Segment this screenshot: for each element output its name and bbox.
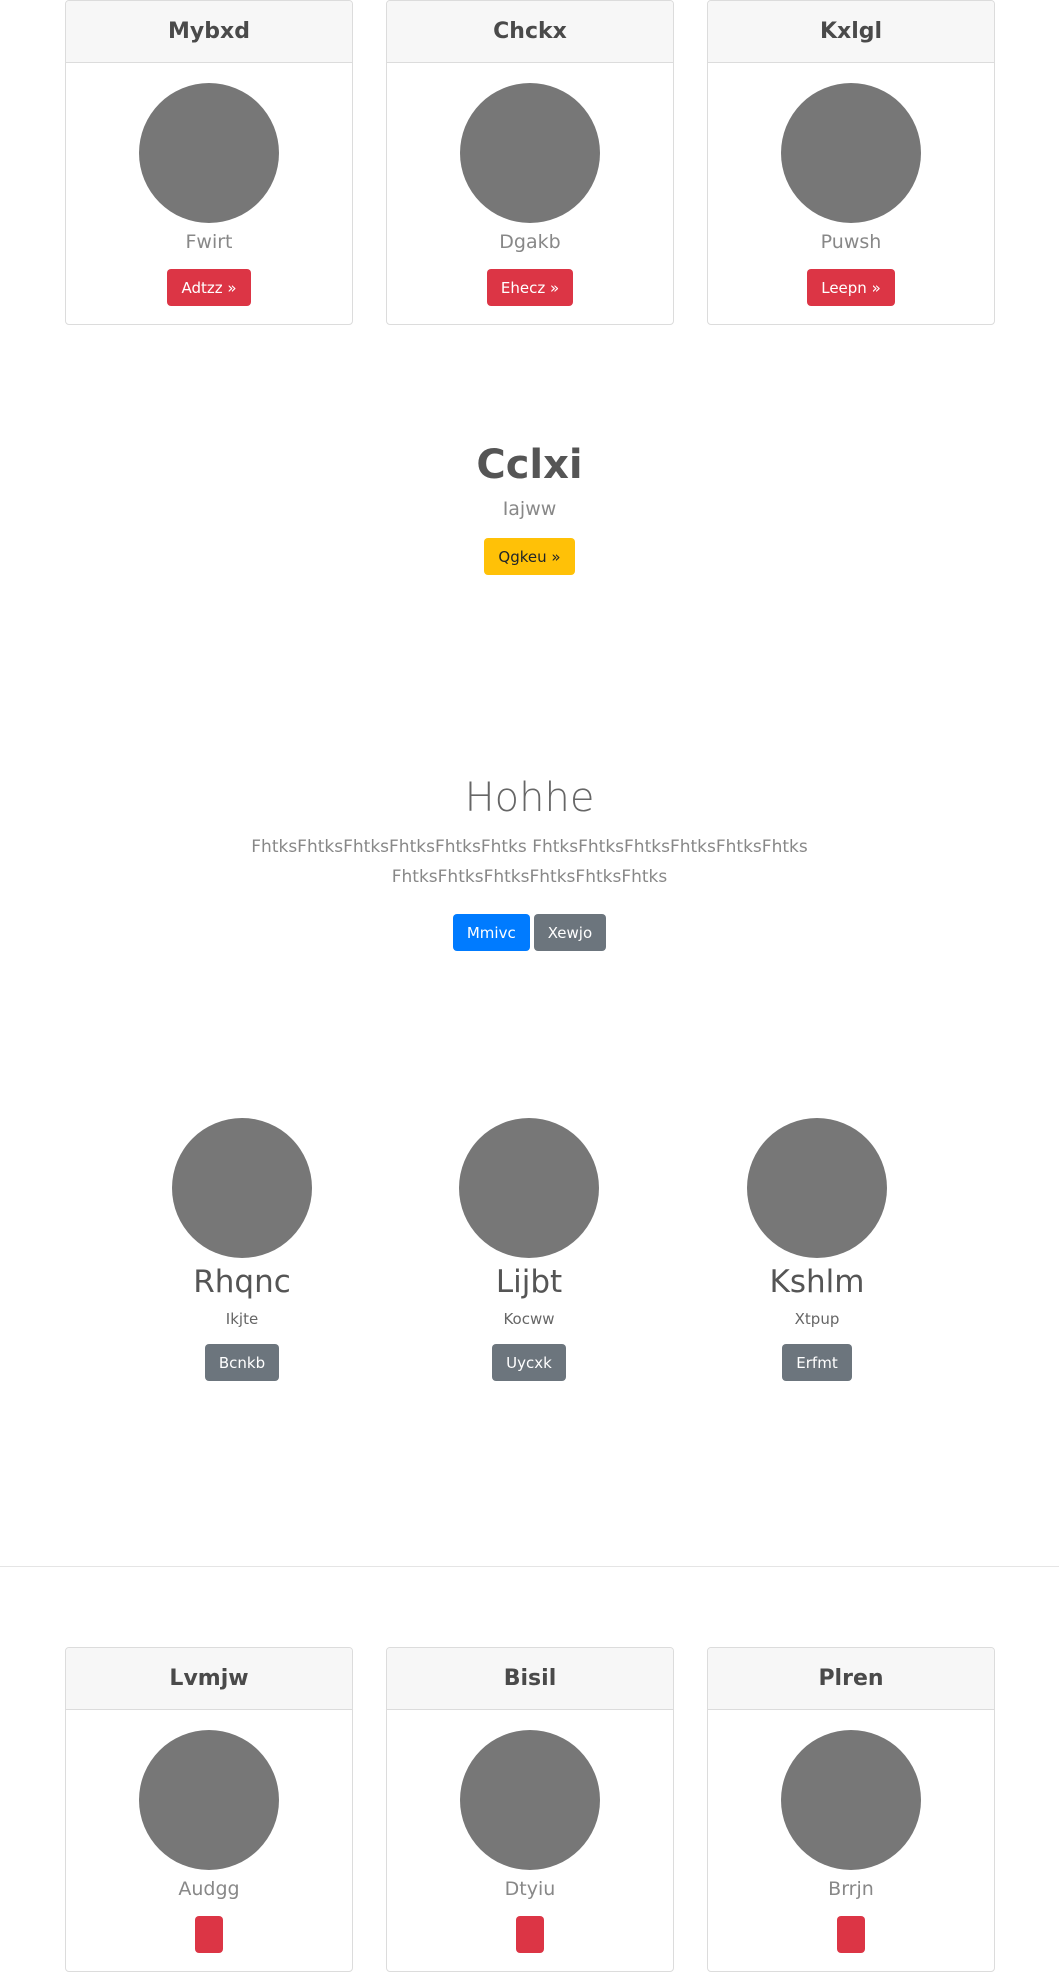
avatar-placeholder (747, 1118, 887, 1258)
card-body: Dgakb Ehecz » (387, 63, 673, 306)
hero-section-cclxi: Cclxi Iajww Qgkeu » (0, 440, 1059, 575)
avatar-placeholder (172, 1118, 312, 1258)
section-divider (0, 1566, 1059, 1567)
avatar-placeholder (459, 1118, 599, 1258)
card-subtitle: Brrjn (828, 1878, 874, 1900)
card-chckx: Chckx Dgakb Ehecz » (386, 0, 674, 325)
card-title: Plren (708, 1648, 994, 1710)
card-subtitle: Dtyiu (504, 1878, 556, 1900)
card-subtitle: Dgakb (499, 231, 561, 253)
hero-action-button[interactable]: Qgkeu » (484, 538, 575, 575)
person-rhqnc: Rhqnc Ikjte Bcnkb (122, 1118, 362, 1381)
card-mybxd: Mybxd Fwirt Adtzz » (65, 0, 353, 325)
card-title: Bisil (387, 1648, 673, 1710)
card-title: Mybxd (66, 1, 352, 63)
person-name: Lijbt (495, 1264, 563, 1300)
primary-button[interactable]: Mmivc (452, 914, 530, 951)
top-card-row: Mybxd Fwirt Adtzz » Chckx Dgakb Ehecz » … (65, 0, 995, 325)
hero-title: Cclxi (476, 442, 583, 488)
hero-subtitle: Iajww (502, 498, 557, 520)
avatar-placeholder (460, 83, 600, 223)
card-action-button[interactable] (195, 1916, 223, 1953)
card-action-button[interactable]: Leepn » (807, 269, 895, 306)
avatar-placeholder (781, 1730, 921, 1870)
card-body: Fwirt Adtzz » (66, 63, 352, 306)
avatar-placeholder (460, 1730, 600, 1870)
card-action-button[interactable]: Adtzz » (167, 269, 251, 306)
person-lijbt: Lijbt Kocww Uycxk (409, 1118, 649, 1381)
person-button[interactable]: Uycxk (492, 1344, 566, 1381)
person-name: Rhqnc (193, 1264, 291, 1300)
card-body: Dtyiu (387, 1710, 673, 1953)
card-subtitle: Audgg (178, 1878, 240, 1900)
card-subtitle: Fwirt (185, 231, 233, 253)
person-role: Ikjte (225, 1310, 259, 1328)
person-button[interactable]: Erfmt (782, 1344, 852, 1381)
avatar-placeholder (139, 1730, 279, 1870)
card-action-button[interactable] (837, 1916, 865, 1953)
card-action-button[interactable] (516, 1916, 544, 1953)
jumbotron-button-group: Mmivc Xewjo (0, 914, 1059, 951)
card-bisil: Bisil Dtyiu (386, 1647, 674, 1972)
person-name: Kshlm (769, 1264, 865, 1300)
card-lvmjw: Lvmjw Audgg (65, 1647, 353, 1972)
person-button[interactable]: Bcnkb (204, 1344, 280, 1381)
jumbotron-title: Hohhe (464, 775, 595, 821)
person-role: Kocww (503, 1310, 555, 1328)
card-title: Lvmjw (66, 1648, 352, 1710)
card-kxlgl: Kxlgl Puwsh Leepn » (707, 0, 995, 325)
hero-section-hohhe: Hohhe FhtksFhtksFhtksFhtksFhtksFhtks Fht… (0, 770, 1059, 951)
card-title: Chckx (387, 1, 673, 63)
avatar-placeholder (781, 83, 921, 223)
card-plren: Plren Brrjn (707, 1647, 995, 1972)
secondary-button[interactable]: Xewjo (533, 914, 607, 951)
person-kshlm: Kshlm Xtpup Erfmt (697, 1118, 937, 1381)
card-body: Brrjn (708, 1710, 994, 1953)
card-body: Audgg (66, 1710, 352, 1953)
card-title: Kxlgl (708, 1, 994, 63)
bottom-card-row: Lvmjw Audgg Bisil Dtyiu Plren Brrjn (65, 1647, 995, 1972)
person-role: Xtpup (794, 1310, 840, 1328)
card-body: Puwsh Leepn » (708, 63, 994, 306)
avatar-placeholder (139, 83, 279, 223)
jumbotron-lead: FhtksFhtksFhtksFhtksFhtksFhtks FhtksFhtk… (251, 837, 808, 887)
card-subtitle: Puwsh (820, 231, 882, 253)
card-action-button[interactable]: Ehecz » (486, 269, 574, 306)
